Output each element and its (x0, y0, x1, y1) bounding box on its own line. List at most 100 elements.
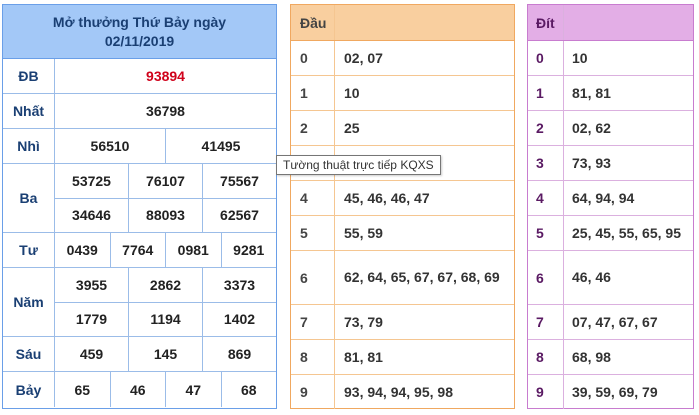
prize-number: 47 (165, 372, 221, 407)
dit-digit: 2 (528, 111, 564, 145)
dau-values: 93, 94, 94, 95, 98 (344, 383, 453, 400)
dit-header-label: Đít (528, 5, 564, 40)
dau-values: 10 (344, 84, 360, 101)
dau-values: 55, 59 (344, 224, 383, 241)
dit-body: 0 10 1 81, 81 2 02, 62 3 73, 93 4 64, 94, 94 5 25, … (528, 41, 693, 409)
dit-values: 73, 93 (572, 154, 611, 171)
dit-row: 9 39, 59, 69, 79 (528, 375, 693, 409)
dit-row: 1 81, 81 (528, 76, 693, 111)
dit-values: 10 (572, 49, 588, 66)
dau-row: 6 62, 64, 65, 67, 67, 68, 69 (291, 251, 514, 305)
dau-table: Đầu 002, 071102253445, 46, 46, 47555, 59… (290, 4, 515, 409)
prize-number: 145 (128, 337, 202, 371)
dit-digit: 6 (528, 251, 564, 304)
prize-row: Sáu 459 145 869 (3, 337, 276, 372)
prize-number: 65 (74, 381, 91, 398)
dau-row: 5 55, 59 (291, 216, 514, 251)
dau-digit: 7 (291, 305, 335, 339)
dau-row: 9 93, 94, 94, 95, 98 (291, 375, 514, 409)
prize-number: 7764 (109, 233, 166, 267)
prize-number: 53725 (72, 172, 111, 189)
dau-values: 25 (344, 119, 360, 136)
dit-table: Đít 0 10 1 81, 81 2 02, 62 3 73, 93 4 64, 94, 94 5… (527, 4, 694, 409)
dit-digit: 7 (528, 305, 564, 339)
prize-number: 2862 (128, 268, 202, 302)
prize-label: ĐB (3, 59, 55, 93)
prize-row: Nhất 36798 (3, 94, 276, 129)
dau-digit: 6 (291, 251, 335, 304)
dit-values: 81, 81 (572, 84, 611, 101)
dau-values: 62, 64, 65, 67, 67, 68, 69 (344, 269, 500, 285)
dit-digit: 1 (528, 76, 564, 110)
prize-row: Nhì 56510 41495 (3, 129, 276, 164)
dit-row: 3 73, 93 (528, 146, 693, 181)
prize-label: Bảy (3, 372, 55, 407)
prize-number: 46 (109, 372, 166, 407)
prize-row: Ba 53725 76107 75567 34646 88093 62567 (3, 164, 276, 233)
prize-number: 1402 (202, 302, 276, 336)
prize-row: Bảy 65 46 47 68 (3, 372, 276, 407)
prize-label: Sáu (3, 337, 55, 371)
dau-row: 8 81, 81 (291, 340, 514, 375)
results-date: 02/11/2019 (104, 33, 175, 49)
prize-row: ĐB 93894 (3, 59, 276, 94)
results-title-line1: Mở thưởng Thứ Bảy ngày (52, 14, 227, 30)
prize-number: 88093 (128, 198, 202, 232)
dit-digit: 0 (528, 41, 564, 75)
dit-row: 2 02, 62 (528, 111, 693, 146)
prize-number: 36798 (146, 103, 185, 119)
dit-digit: 8 (528, 340, 564, 374)
prize-number: 0439 (66, 242, 98, 258)
dit-values: 07, 47, 67, 67 (572, 313, 658, 330)
dau-digit: 8 (291, 340, 335, 374)
prize-number: 3955 (75, 276, 108, 293)
dit-row: 7 07, 47, 67, 67 (528, 305, 693, 340)
dau-row: 7 73, 79 (291, 305, 514, 340)
dit-row: 4 64, 94, 94 (528, 181, 693, 216)
dau-header: Đầu (291, 5, 514, 41)
dau-digit: 9 (291, 375, 335, 409)
dau-values: 02, 07 (344, 49, 383, 66)
prize-number: 41495 (165, 129, 276, 163)
prize-number: 3373 (202, 268, 276, 302)
prize-number: 459 (79, 346, 104, 362)
dit-values: 68, 98 (572, 348, 611, 365)
dau-row: 4 45, 46, 46, 47 (291, 181, 514, 216)
prize-number: 869 (202, 337, 276, 371)
dau-body: 002, 071102253445, 46, 46, 47555, 59662,… (291, 41, 514, 409)
prize-number: 1779 (75, 311, 108, 328)
prize-number: 68 (220, 372, 277, 407)
prize-number: 76107 (128, 164, 202, 198)
results-title: Mở thưởng Thứ Bảy ngày 02/11/2019 (3, 5, 276, 59)
prize-row: Tư 0439 7764 0981 9281 (3, 233, 276, 268)
prize-label: Nhất (3, 94, 55, 128)
dit-values: 64, 94, 94 (572, 189, 635, 206)
prize-number: 0981 (165, 233, 221, 267)
dit-values: 46, 46 (572, 269, 611, 285)
results-body: ĐB 93894 Nhất 36798 Nhì 56510 41495 Ba 53725 7610… (3, 59, 276, 407)
dit-row: 6 46, 46 (528, 251, 693, 305)
dau-values: 45, 46, 46, 47 (344, 189, 430, 206)
dau-digit: 1 (291, 76, 335, 110)
prize-number: 34646 (72, 207, 111, 224)
prize-number: 1194 (128, 302, 202, 336)
dit-values: 25, 45, 55, 65, 95 (572, 224, 681, 241)
dau-digit: 0 (291, 41, 335, 75)
prize-number: 9281 (220, 233, 277, 267)
dau-row: 0 02, 07 (291, 41, 514, 76)
prize-number: 75567 (202, 164, 276, 198)
dau-values: 81, 81 (344, 348, 383, 365)
dau-digit: 5 (291, 216, 335, 250)
prize-number: 56510 (90, 138, 130, 154)
dit-row: 8 68, 98 (528, 340, 693, 375)
dit-digit: 4 (528, 181, 564, 215)
dit-row: 5 25, 45, 55, 65, 95 (528, 216, 693, 251)
prize-label: Nhì (3, 129, 55, 163)
dau-row: 2 25 (291, 111, 514, 146)
dau-digit: 2 (291, 111, 335, 145)
dau-values: 73, 79 (344, 313, 383, 330)
dau-header-label: Đầu (291, 5, 335, 40)
prize-label: Năm (3, 268, 55, 336)
prize-number: 62567 (202, 198, 276, 232)
prize-row: Năm 3955 2862 3373 1779 1194 1402 (3, 268, 276, 337)
